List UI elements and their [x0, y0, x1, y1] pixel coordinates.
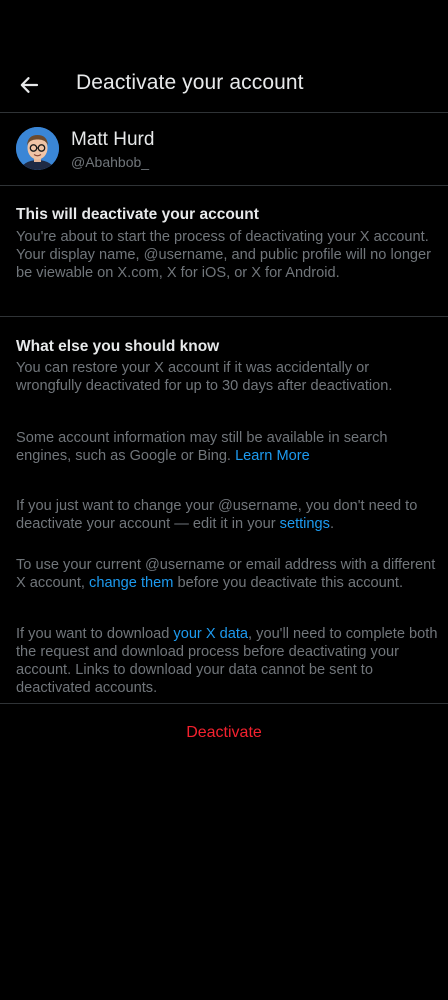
change-them-link[interactable]: change them: [89, 575, 173, 591]
section-heading-what-else: What else you should know: [16, 338, 220, 355]
search-engines-text: Some account information may still be av…: [16, 430, 388, 464]
change-username-info: If you just want to change your @usernam…: [16, 497, 438, 533]
change-username-end: .: [329, 516, 335, 532]
learn-more-link[interactable]: Learn More: [235, 448, 310, 464]
download-data-text-1: If you want to download: [16, 626, 170, 642]
account-profile-row: Matt Hurd @Abahbob_: [0, 113, 448, 186]
settings-link[interactable]: settings: [280, 516, 330, 532]
profile-display-name: Matt Hurd: [71, 129, 155, 150]
reuse-username-info: To use your current @username or email a…: [16, 556, 438, 592]
download-data-info: If you want to download your X data, you…: [16, 625, 438, 697]
profile-username: @Abahbob_: [71, 154, 150, 170]
divider: [0, 703, 448, 704]
back-arrow-icon: [20, 77, 39, 93]
search-engines-info: Some account information may still be av…: [16, 429, 438, 465]
back-button[interactable]: [14, 70, 44, 100]
avatar-image: [16, 127, 59, 170]
page-title: Deactivate your account: [76, 71, 304, 94]
divider: [0, 316, 448, 317]
change-username-text: If you just want to change your @usernam…: [16, 498, 418, 532]
your-x-data-link[interactable]: your X data: [173, 626, 248, 642]
avatar: [16, 127, 59, 170]
section-heading-deactivate: This will deactivate your account: [16, 206, 259, 223]
deactivate-button[interactable]: Deactivate: [0, 714, 448, 752]
restore-info-text: You can restore your X account if it was…: [16, 360, 393, 394]
deactivate-description: You're about to start the process of dea…: [16, 229, 432, 281]
top-app-bar: Deactivate your account: [0, 0, 448, 113]
reuse-username-text-2: before you deactivate this account.: [177, 575, 404, 591]
